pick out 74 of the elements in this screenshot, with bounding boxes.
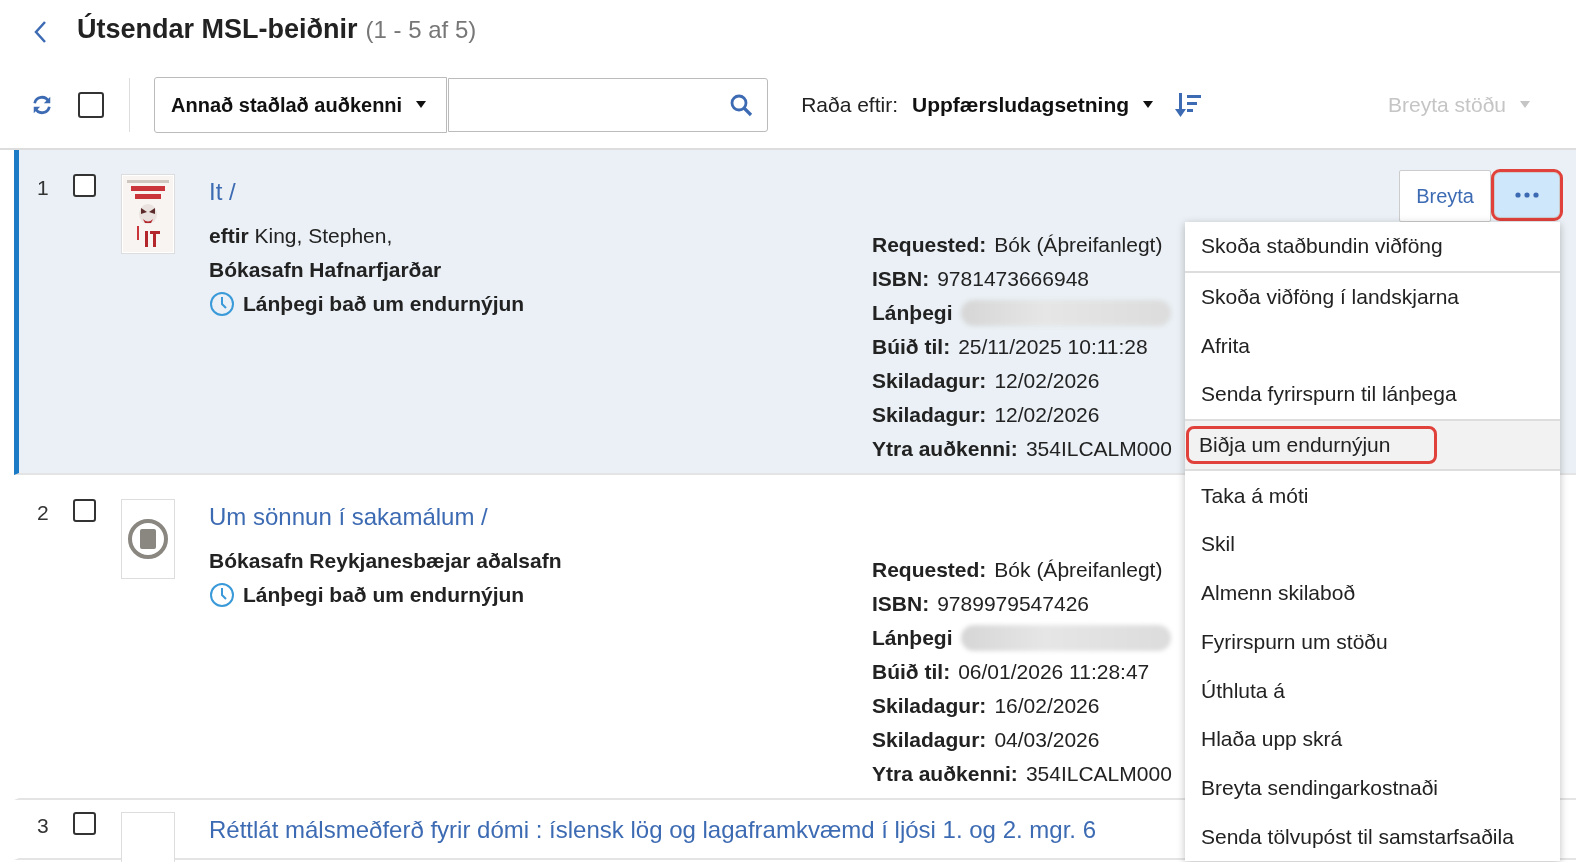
row-checkbox[interactable] xyxy=(73,499,96,522)
menu-item[interactable]: Taka á móti xyxy=(1185,471,1560,521)
search-type-dropdown[interactable]: Annað staðlað auðkenni xyxy=(154,77,448,133)
caret-icon xyxy=(1520,101,1530,109)
search-icon[interactable] xyxy=(729,93,754,117)
detail-value: 354ILCALM000 xyxy=(1025,761,1172,787)
search-field[interactable] xyxy=(448,78,769,132)
detail-value: 12/02/2026 xyxy=(994,368,1100,394)
detail-label: ISBN: xyxy=(872,266,930,292)
status-text: Lánþegi bað um endurnýjun xyxy=(243,291,525,317)
menu-item[interactable]: Skil xyxy=(1185,520,1560,569)
author-line: eftir King, Stephen, xyxy=(209,223,394,249)
detail-value: 9789979547426 xyxy=(937,591,1089,617)
edit-button[interactable]: Breyta xyxy=(1399,170,1491,222)
highlighted-menu-label: Biðja um endurnýjun xyxy=(1189,429,1435,462)
clock-icon xyxy=(209,582,235,608)
row-checkbox[interactable] xyxy=(73,812,96,835)
more-actions-button[interactable] xyxy=(1494,172,1560,218)
clock-icon xyxy=(209,291,235,317)
detail-label: Skiladagur: xyxy=(872,368,987,394)
sort-label: Raða eftir: xyxy=(801,93,899,117)
detail-label: Skiladagur: xyxy=(872,727,987,753)
detail-value: Bók (Áþreifanlegt) xyxy=(994,557,1163,583)
detail-value: 16/02/2026 xyxy=(994,693,1100,719)
detail-label: Ytra auðkenni: xyxy=(872,761,1018,787)
caret-icon xyxy=(416,101,427,109)
detail-value: Bók (Áþreifanlegt) xyxy=(994,232,1163,258)
sort-order-icon[interactable] xyxy=(1175,92,1204,118)
select-all-checkbox[interactable] xyxy=(78,92,104,118)
detail-value: 9781473666948 xyxy=(937,266,1089,292)
detail-label: Skiladagur: xyxy=(872,693,987,719)
menu-item[interactable]: Úthluta á xyxy=(1185,666,1560,715)
detail-value: 06/01/2026 11:28:47 xyxy=(958,659,1150,685)
detail-label: Búið til: xyxy=(872,334,951,360)
refresh-icon[interactable] xyxy=(31,94,53,116)
menu-item[interactable]: Skoða staðbundin viðföng xyxy=(1185,222,1560,271)
detail-label: Skiladagur: xyxy=(872,402,987,428)
detail-label: ISBN: xyxy=(872,591,930,617)
menu-item[interactable]: Senda fyrirspurn til lánþega xyxy=(1185,370,1560,419)
row-checkbox[interactable] xyxy=(73,174,96,197)
menu-item[interactable]: Hlaða upp skrá xyxy=(1185,714,1560,764)
menu-item[interactable]: Fyrirspurn um stöðu xyxy=(1185,617,1560,667)
more-icon xyxy=(1515,192,1539,198)
detail-label: Lánþegi xyxy=(872,625,953,651)
detail-label: Lánþegi xyxy=(872,300,953,326)
item-title-link[interactable]: It / xyxy=(209,177,236,207)
row-number: 1 xyxy=(37,175,50,201)
menu-item[interactable]: Senda tölvupóst til samstarfsaðila xyxy=(1185,812,1560,861)
row-number: 2 xyxy=(37,500,50,526)
detail-label: Requested: xyxy=(872,557,987,583)
menu-item[interactable]: Almenn skilaboð xyxy=(1185,568,1560,618)
detail-label: Requested: xyxy=(872,232,987,258)
page-title: Útsendar MSL-beiðnir xyxy=(77,12,358,45)
result-count: (1 - 5 af 5) xyxy=(365,16,477,44)
detail-value: 04/03/2026 xyxy=(994,727,1100,753)
caret-icon xyxy=(1143,101,1154,109)
detail-value: 354ILCALM000 xyxy=(1025,436,1172,462)
book-icon xyxy=(127,518,169,560)
menu-item[interactable]: Skoða viðföng í landskjarna xyxy=(1185,272,1560,322)
status-text: Lánþegi bað um endurnýjun xyxy=(243,582,525,608)
detail-label: Búið til: xyxy=(872,659,951,685)
detail-value: 25/11/2025 10:11:28 xyxy=(958,334,1148,360)
menu-item[interactable]: Afrita xyxy=(1185,321,1560,371)
library-name: Bókasafn Reykjanesbæjar aðalsafn xyxy=(209,548,563,574)
row-number: 3 xyxy=(37,813,50,839)
detail-label: Ytra auðkenni: xyxy=(872,436,1018,462)
back-icon[interactable] xyxy=(33,20,47,44)
library-name: Bókasafn Hafnarfjarðar xyxy=(209,257,443,283)
item-title-link[interactable]: Réttlát málsmeðferð fyrir dómi : íslensk lög og lagaframkvæmd í ljósi 1. og 2. mgr. 6 xyxy=(209,815,1096,845)
sort-dropdown[interactable]: Uppfærsludagsetning xyxy=(906,92,1160,118)
menu-item[interactable]: Biðja um endurnýjun xyxy=(1185,420,1560,470)
menu-item[interactable]: Breyta sendingarkostnaði xyxy=(1185,763,1560,813)
item-title-link[interactable]: Um sönnun í sakamálum / xyxy=(209,502,488,532)
detail-value: 12/02/2026 xyxy=(994,402,1100,428)
